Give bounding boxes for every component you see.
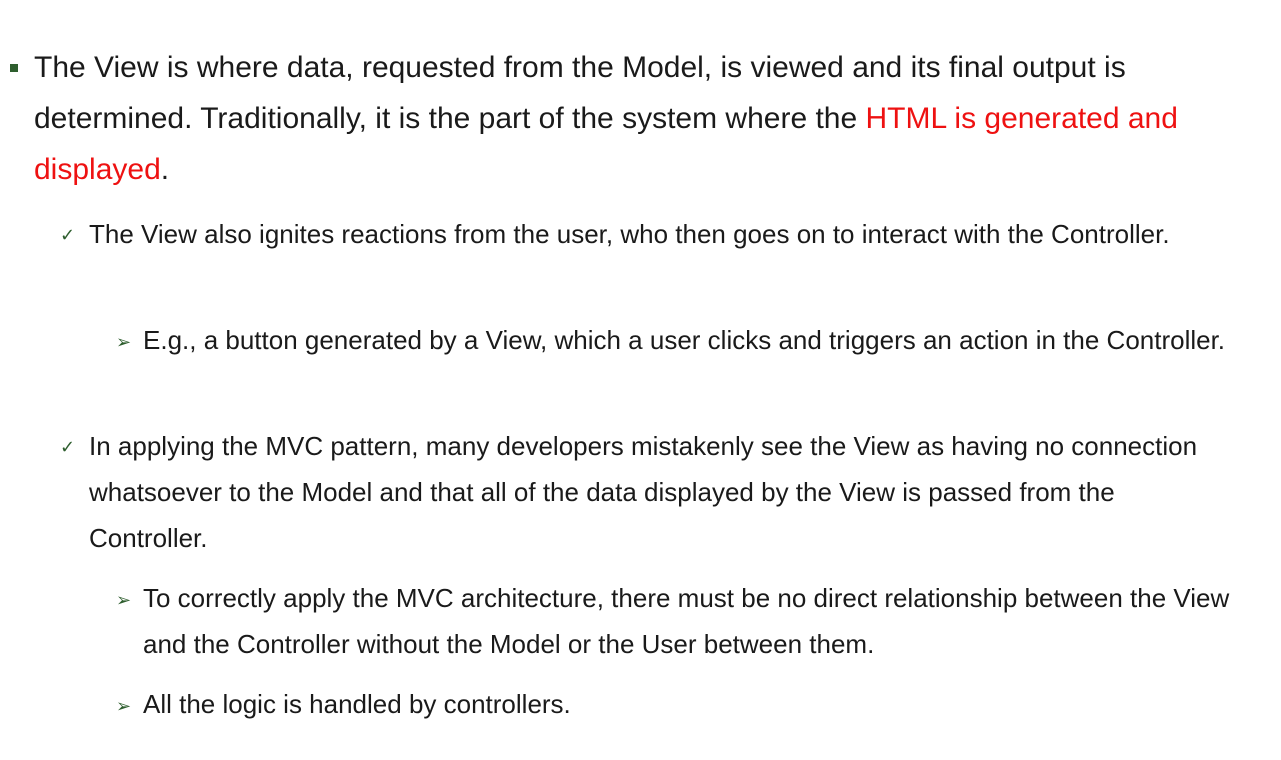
arrow-icon: ➢ bbox=[116, 332, 132, 352]
slide-content: The View is where data, requested from t… bbox=[0, 0, 1281, 760]
controller-logic-text: All the logic is handled by controllers. bbox=[143, 689, 571, 719]
check-icon: ✓ bbox=[60, 437, 76, 457]
detail-bullet-button-example: ➢ E.g., a button generated by a View, wh… bbox=[116, 317, 1253, 363]
view-reactions-text: The View also ignites reactions from the… bbox=[89, 219, 1170, 249]
square-bullet-icon bbox=[10, 64, 18, 72]
sub-bullet-mvc-misconception: ✓ In applying the MVC pattern, many deve… bbox=[60, 423, 1209, 561]
arrow-icon: ➢ bbox=[116, 696, 132, 716]
view-definition-period: . bbox=[160, 153, 170, 186]
detail-bullet-correct-mvc: ➢ To correctly apply the MVC architectur… bbox=[116, 575, 1253, 667]
detail-bullet-controller-logic: ➢ All the logic is handled by controller… bbox=[116, 681, 1253, 727]
correct-mvc-text: To correctly apply the MVC architecture,… bbox=[143, 583, 1230, 659]
bullet-point-view-definition: The View is where data, requested from t… bbox=[10, 42, 1229, 195]
check-icon: ✓ bbox=[60, 225, 76, 245]
mvc-misconception-text: In applying the MVC pattern, many develo… bbox=[89, 431, 1198, 553]
arrow-icon: ➢ bbox=[116, 590, 132, 610]
sub-bullet-view-reactions: ✓ The View also ignites reactions from t… bbox=[60, 211, 1209, 257]
button-example-text: E.g., a button generated by a View, whic… bbox=[143, 325, 1226, 355]
